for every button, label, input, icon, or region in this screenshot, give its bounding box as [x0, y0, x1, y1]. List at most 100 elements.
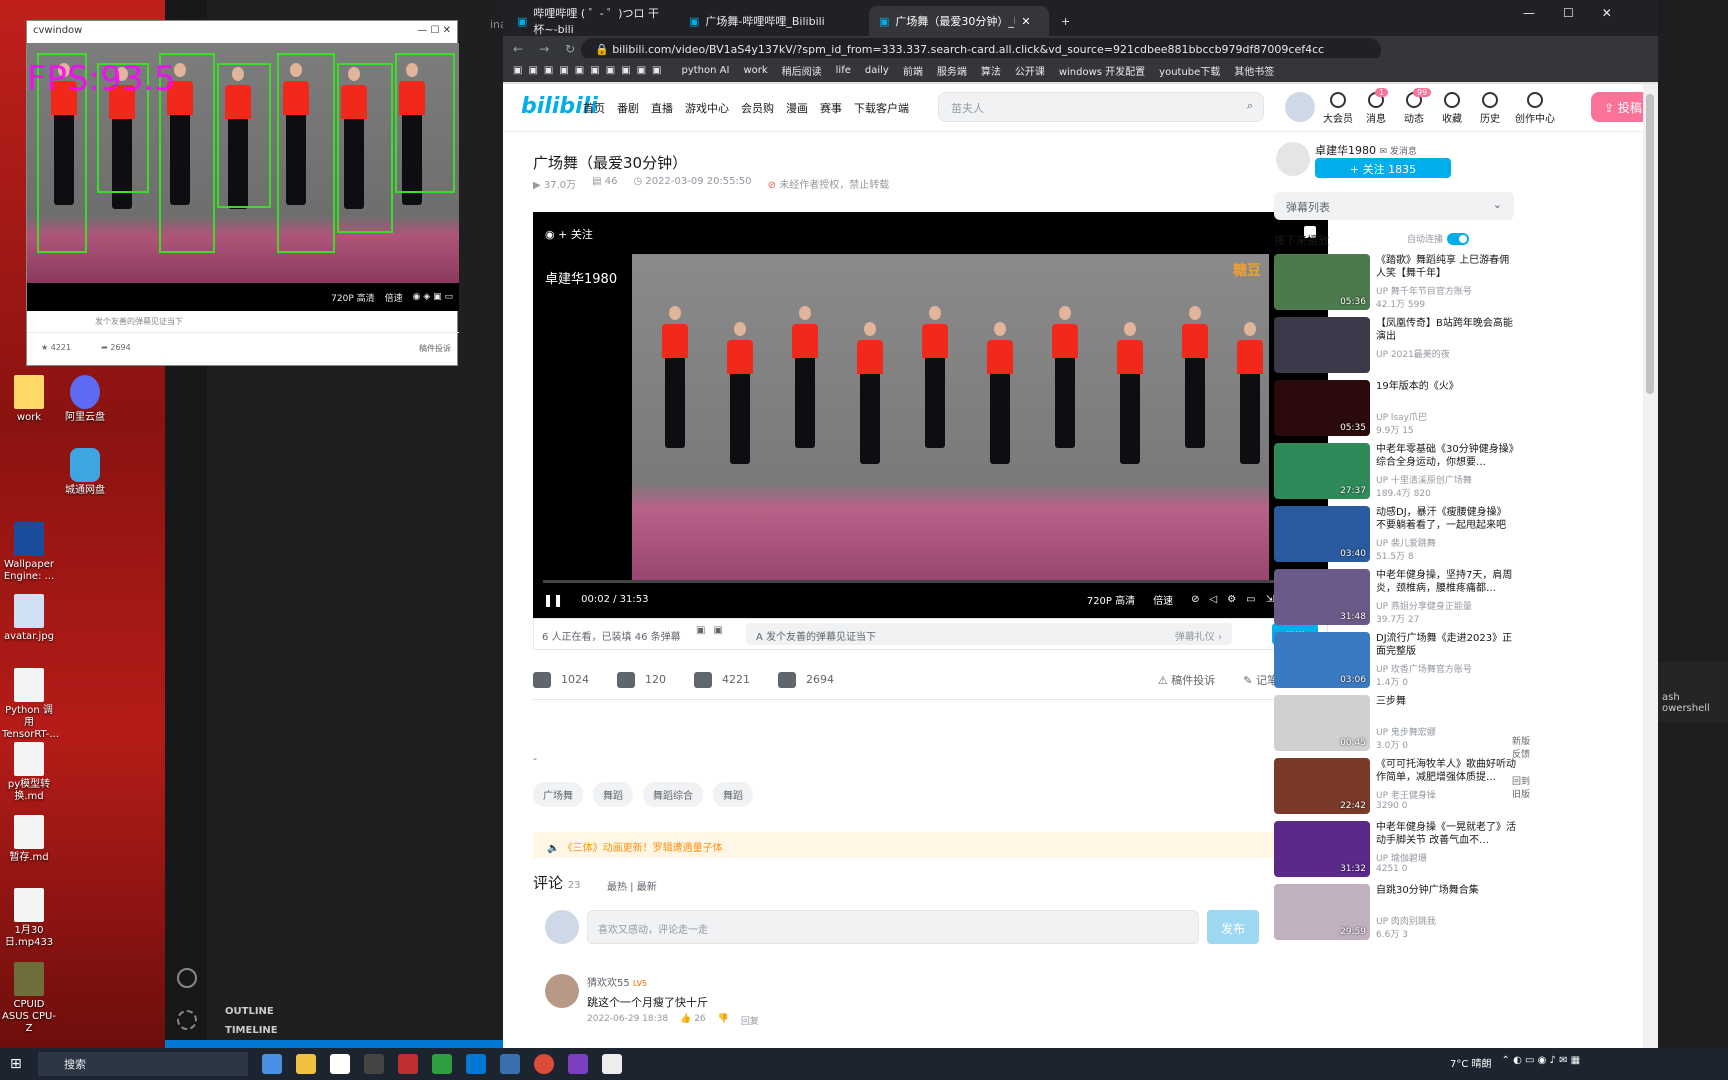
- sort-new[interactable]: 最新: [637, 882, 657, 893]
- rec-item[interactable]: 27:37 中老年零基础《30分钟健身操》综合全身运动，你想要… UP 十里清溪原创…: [1274, 443, 1519, 499]
- nav-home[interactable]: 首页: [583, 100, 605, 116]
- file-explorer-icon[interactable]: [296, 1054, 316, 1074]
- vip-button[interactable]: 大会员: [1323, 92, 1353, 125]
- commenter-name[interactable]: 猜欢欢55 LV5: [587, 974, 647, 989]
- nav-anime[interactable]: 番剧: [617, 100, 639, 116]
- weather[interactable]: 7°C 晴朗: [1450, 1055, 1492, 1070]
- windows-start-icon[interactable]: ⊞: [10, 1056, 22, 1072]
- app-icon[interactable]: [398, 1054, 418, 1074]
- rec-author[interactable]: UP 裴儿爱跳舞: [1376, 536, 1436, 549]
- nav-manga[interactable]: 漫画: [786, 100, 808, 116]
- desktop-icon-cpuz[interactable]: CPUID ASUS CPU-Z: [2, 962, 56, 1035]
- rec-item[interactable]: 31:32 中老年健身操《一晃就老了》活动手脚关节 改善气血不… UP 瑜伽碧珊 42…: [1274, 821, 1519, 877]
- rec-author[interactable]: UP 玫香广场舞官方账号: [1376, 662, 1472, 675]
- rec-author[interactable]: UP 舞千年节目官方账号: [1376, 284, 1472, 297]
- rec-thumbnail[interactable]: 03:40: [1274, 506, 1370, 562]
- reply-button[interactable]: 回复: [741, 1014, 759, 1027]
- rec-author[interactable]: UP 肉肉别跳我: [1376, 914, 1436, 927]
- rec-thumbnail[interactable]: [1274, 317, 1370, 373]
- old-version-button[interactable]: 回到旧版: [1511, 774, 1531, 800]
- outline-section[interactable]: OUTLINE: [207, 1000, 505, 1023]
- bookmark-item[interactable]: 服务端: [937, 63, 967, 78]
- tab-bilibili-home[interactable]: ▣ 哔哩哔哩 ( ゜- ゜)つロ 干杯~-bili: [507, 6, 679, 36]
- creator-button[interactable]: 创作中心: [1513, 92, 1557, 125]
- comment-input[interactable]: 喜欢又感动，评论走一走: [587, 910, 1199, 944]
- desktop-icon-aliyun[interactable]: 阿里云盘: [58, 375, 112, 424]
- nav-buttons[interactable]: ← → ↻: [513, 42, 575, 56]
- rec-author[interactable]: UP 燕姐分享健身正能量: [1376, 599, 1472, 612]
- tab-video[interactable]: ▣ 广场舞（最爱30分钟）_哔哩 ✕: [869, 6, 1049, 36]
- cvwindow[interactable]: cvwindow — ☐ ✕ FPS:93.5 720P 高清 倍速 ◉ ◈ ▣…: [26, 20, 459, 366]
- rec-title[interactable]: 中老年健身操《一晃就老了》活动手脚关节 改善气血不…: [1376, 821, 1516, 847]
- terminal-list[interactable]: ash owershell: [1658, 662, 1728, 722]
- monitor-icon[interactable]: [500, 1054, 520, 1074]
- nav-shop[interactable]: 会员购: [741, 100, 774, 116]
- bookmark-item[interactable]: 算法: [981, 63, 1001, 78]
- nav-match[interactable]: 赛事: [820, 100, 842, 116]
- notepad-icon[interactable]: [602, 1054, 622, 1074]
- maximize-icon[interactable]: ☐: [1563, 6, 1574, 20]
- rec-thumbnail[interactable]: 03:06: [1274, 632, 1370, 688]
- rec-author[interactable]: UP 瑜伽碧珊: [1376, 851, 1427, 864]
- terminal-icon[interactable]: [364, 1054, 384, 1074]
- desktop-icon-jan30[interactable]: 1月30日.mp433: [2, 888, 56, 949]
- rec-thumbnail[interactable]: 00:45: [1274, 695, 1370, 751]
- uploader-avatar[interactable]: [1276, 142, 1310, 176]
- comment-dislike-icon[interactable]: 👎: [718, 1014, 729, 1027]
- tag-item[interactable]: 舞蹈综合: [643, 782, 703, 807]
- like-button[interactable]: 1024: [533, 671, 589, 688]
- tag-item[interactable]: 舞蹈: [593, 782, 633, 807]
- rec-author[interactable]: UP 十里清溪原创广场舞: [1376, 473, 1472, 486]
- rec-item[interactable]: 03:40 动感DJ，暴汗《瘦腰健身操》不要躺着看了，一起甩起来吧 UP 裴儿爱跳舞…: [1274, 506, 1519, 562]
- follow-button[interactable]: + 关注 1835: [1315, 158, 1451, 178]
- page-scrollbar[interactable]: [1643, 84, 1658, 1048]
- settings-gear-icon[interactable]: [177, 1010, 197, 1030]
- close-tab-icon[interactable]: ✕: [1021, 15, 1030, 28]
- rec-title[interactable]: DJ流行广场舞《走进2023》正面完整版: [1376, 632, 1516, 658]
- tag-item[interactable]: 广场舞: [533, 782, 583, 807]
- rec-title[interactable]: 19年版本的《火》: [1376, 380, 1516, 393]
- timeline-section[interactable]: TIMELINE: [207, 1023, 505, 1038]
- forward-icon[interactable]: →: [539, 42, 549, 56]
- vscode-icon[interactable]: [466, 1054, 486, 1074]
- history-button[interactable]: 历史: [1475, 92, 1505, 125]
- pause-icon[interactable]: ❚❚: [543, 593, 563, 607]
- desktop-icon-wallpaper-engine[interactable]: Wallpaper Engine: ...: [2, 522, 56, 583]
- bookmark-item[interactable]: 其他书签: [1234, 63, 1274, 78]
- danmaku-etiquette[interactable]: 弹幕礼仪 ›: [1175, 628, 1222, 643]
- send-message[interactable]: ✉ 发消息: [1380, 147, 1417, 157]
- player-follow[interactable]: ◉ + 关注: [545, 226, 593, 242]
- message-button[interactable]: 消息: [1361, 92, 1391, 125]
- rec-title[interactable]: 动感DJ，暴汗《瘦腰健身操》不要躺着看了，一起甩起来吧: [1376, 506, 1516, 532]
- rec-author[interactable]: UP lsay爪巴: [1376, 410, 1427, 423]
- desktop-icon-py-model[interactable]: py模型转换.md: [2, 742, 56, 803]
- rec-item[interactable]: 03:06 DJ流行广场舞《走进2023》正面完整版 UP 玫香广场舞官方账号 1.4…: [1274, 632, 1519, 688]
- rec-title[interactable]: 《踏歌》舞蹈纯享 上巳游春佣人笑【舞千年】: [1376, 254, 1516, 280]
- publish-button[interactable]: 发布: [1207, 910, 1259, 944]
- coin-button[interactable]: 120: [617, 671, 666, 688]
- announcement-banner[interactable]: 🔈 《三体》动画更新！罗辑遭遇量子体✕: [533, 832, 1328, 858]
- danmaku-input[interactable]: A 发个友善的弹幕见证当下 弹幕礼仪 ›: [746, 623, 1232, 645]
- rec-title[interactable]: 【凤凰传奇】B站跨年晚会高能演出: [1376, 317, 1516, 343]
- tab-search[interactable]: ▣ 广场舞-哔哩哔哩_Bilibili: [679, 6, 851, 36]
- tray-icons[interactable]: ⌃ ◐ ▭ ◉ ♪ ✉ ▦: [1502, 1055, 1581, 1070]
- rec-thumbnail[interactable]: 27:37: [1274, 443, 1370, 499]
- bookmark-apps-icons[interactable]: ▣▣▣▣▣▣▣▣▣▣: [513, 65, 667, 76]
- rec-thumbnail[interactable]: 29:59: [1274, 884, 1370, 940]
- report-button[interactable]: ⚠ 稿件投诉: [1158, 672, 1215, 688]
- new-tab-button[interactable]: +: [1051, 6, 1080, 36]
- sort-hot[interactable]: 最热: [607, 882, 627, 893]
- user-avatar[interactable]: [1285, 92, 1315, 122]
- favorites-button[interactable]: 收藏: [1437, 92, 1467, 125]
- taskbar-search[interactable]: 搜索: [38, 1052, 248, 1076]
- rec-item[interactable]: 22:42 《可可托海牧羊人》歌曲好听动作简单，减肥增强体质提… UP 老王健身操 3…: [1274, 758, 1519, 814]
- account-icon[interactable]: [177, 968, 197, 988]
- rec-title[interactable]: 自跳30分钟广场舞合集: [1376, 884, 1516, 897]
- scrollbar-thumb[interactable]: [1646, 94, 1654, 394]
- commenter-avatar[interactable]: [545, 974, 579, 1008]
- search-icon[interactable]: ⌕: [1247, 99, 1253, 113]
- rec-item[interactable]: 05:36 《踏歌》舞蹈纯享 上巳游春佣人笑【舞千年】 UP 舞千年节目官方账号 42…: [1274, 254, 1519, 310]
- desktop-icon-work[interactable]: work: [2, 375, 56, 424]
- danmaku-list-toggle[interactable]: 弹幕列表 ⌄: [1274, 192, 1514, 220]
- rec-author[interactable]: UP 2021最美的夜: [1376, 347, 1450, 360]
